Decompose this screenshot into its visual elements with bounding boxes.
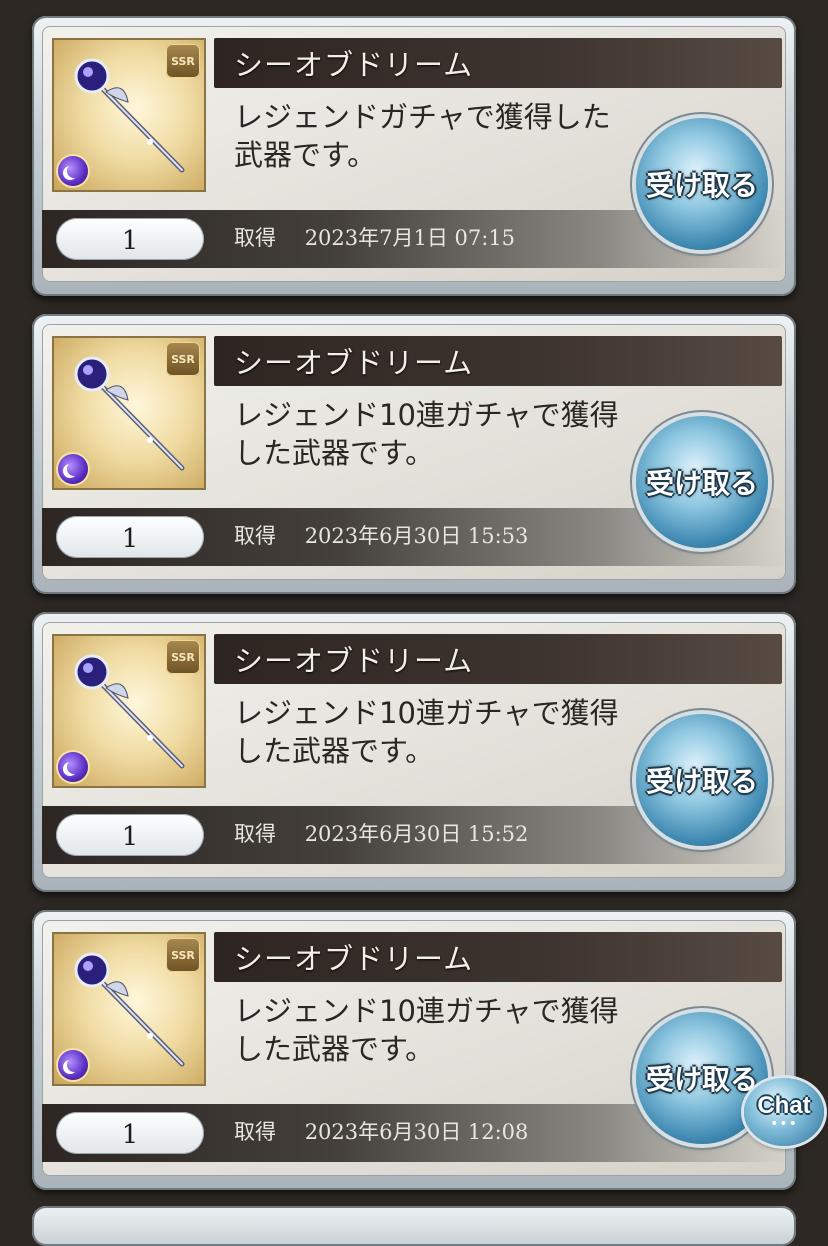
item-quantity: 1: [121, 1120, 139, 1150]
gift-card-body: SSR シーオブドリーム レジェンドガチャで獲得した武器です。 1 取得 202…: [42, 26, 786, 282]
gift-card: SSR シーオブドリーム レジェンド10連ガチャで獲得した武器です。 1 取得 …: [32, 910, 796, 1190]
rarity-badge: SSR: [166, 342, 200, 376]
weapon-thumbnail[interactable]: SSR: [52, 932, 206, 1086]
receive-button[interactable]: 受け取る: [636, 714, 768, 846]
receive-button-label: 受け取る: [645, 1063, 758, 1096]
chat-label: Chat: [757, 1092, 811, 1119]
acquired-date: 2023年7月1日 07:15: [304, 226, 516, 250]
gift-card: SSR シーオブドリーム レジェンド10連ガチャで獲得した武器です。 1 取得 …: [32, 612, 796, 892]
gift-card-body: SSR シーオブドリーム レジェンド10連ガチャで獲得した武器です。 1 取得 …: [42, 324, 786, 580]
quantity-pill: 1: [56, 814, 204, 856]
quantity-pill: 1: [56, 516, 204, 558]
receive-button[interactable]: 受け取る: [636, 416, 768, 548]
weapon-thumbnail[interactable]: SSR: [52, 634, 206, 788]
acquired-date: 2023年6月30日 12:08: [304, 1120, 529, 1144]
rarity-badge: SSR: [166, 938, 200, 972]
item-description: レジェンド10連ガチャで獲得した武器です。: [234, 696, 619, 768]
dark-element-icon: [58, 156, 88, 186]
item-description: レジェンド10連ガチャで獲得した武器です。: [234, 994, 619, 1066]
gift-card-partial: [32, 1206, 796, 1246]
dark-element-icon: [58, 1050, 88, 1080]
item-quantity: 1: [121, 524, 139, 554]
item-quantity: 1: [121, 226, 139, 256]
rarity-badge: SSR: [166, 640, 200, 674]
receive-button-label: 受け取る: [645, 169, 758, 202]
quantity-pill: 1: [56, 218, 204, 260]
item-name: シーオブドリーム: [234, 942, 474, 976]
acquired-info: 取得 2023年7月1日 07:15: [234, 222, 515, 252]
acquired-label: 取得: [234, 226, 276, 250]
acquired-date: 2023年6月30日 15:53: [304, 524, 529, 548]
gift-list: SSR シーオブドリーム レジェンドガチャで獲得した武器です。 1 取得 202…: [0, 0, 828, 1246]
acquired-label: 取得: [234, 1120, 276, 1144]
item-quantity: 1: [121, 822, 139, 852]
receive-button[interactable]: 受け取る: [636, 118, 768, 250]
weapon-thumbnail[interactable]: SSR: [52, 38, 206, 192]
item-name: シーオブドリーム: [234, 48, 474, 82]
acquired-label: 取得: [234, 822, 276, 846]
item-name: シーオブドリーム: [234, 346, 474, 380]
quantity-pill: 1: [56, 1112, 204, 1154]
gift-card: SSR シーオブドリーム レジェンド10連ガチャで獲得した武器です。 1 取得 …: [32, 314, 796, 594]
gift-card-body: SSR シーオブドリーム レジェンド10連ガチャで獲得した武器です。 1 取得 …: [42, 622, 786, 878]
receive-button-label: 受け取る: [645, 467, 758, 500]
receive-button-label: 受け取る: [645, 765, 758, 798]
dark-element-icon: [58, 752, 88, 782]
acquired-info: 取得 2023年6月30日 12:08: [234, 1116, 528, 1146]
gift-card: SSR シーオブドリーム レジェンドガチャで獲得した武器です。 1 取得 202…: [32, 16, 796, 296]
dark-element-icon: [58, 454, 88, 484]
chat-dots-icon: •••: [770, 1116, 798, 1132]
acquired-info: 取得 2023年6月30日 15:53: [234, 520, 528, 550]
item-description: レジェンド10連ガチャで獲得した武器です。: [234, 398, 619, 470]
chat-button[interactable]: Chat •••: [744, 1078, 824, 1146]
acquired-label: 取得: [234, 524, 276, 548]
acquired-date: 2023年6月30日 15:52: [304, 822, 529, 846]
acquired-info: 取得 2023年6月30日 15:52: [234, 818, 528, 848]
gift-card-body: SSR シーオブドリーム レジェンド10連ガチャで獲得した武器です。 1 取得 …: [42, 920, 786, 1176]
rarity-badge: SSR: [166, 44, 200, 78]
item-description: レジェンドガチャで獲得した武器です。: [234, 100, 611, 172]
item-name: シーオブドリーム: [234, 644, 474, 678]
weapon-thumbnail[interactable]: SSR: [52, 336, 206, 490]
